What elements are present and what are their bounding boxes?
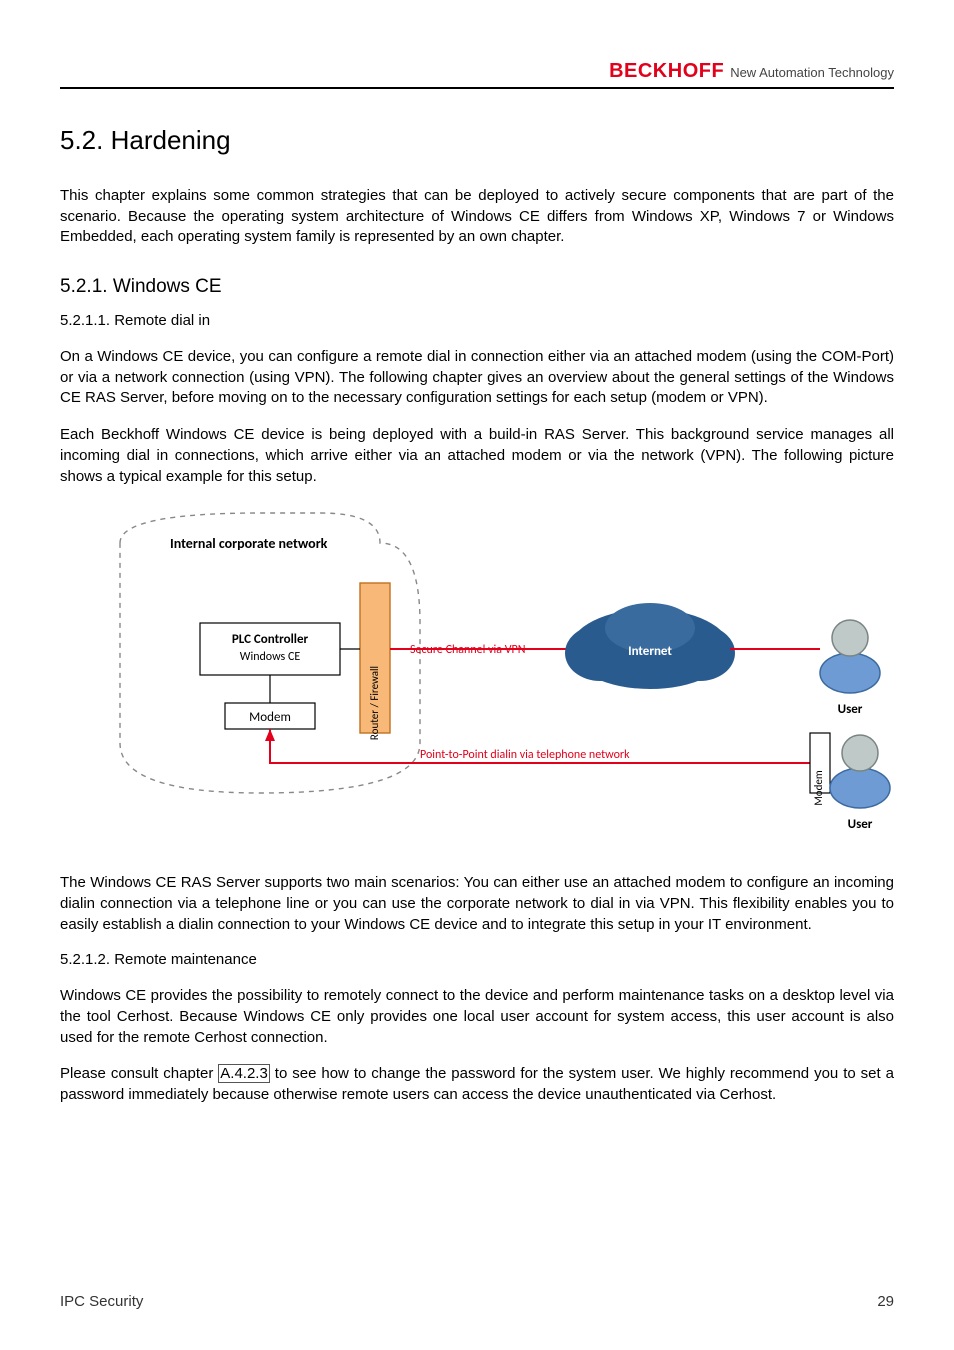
internet-label: Internet	[628, 644, 672, 659]
internet-cloud: Internet	[565, 603, 735, 689]
plc-controller-label: PLC Controller	[232, 632, 309, 647]
para2-pre: Please consult chapter	[60, 1065, 218, 1082]
remote-maintenance-para2: Please consult chapter A.4.2.3 to see ho…	[60, 1064, 894, 1105]
intro-paragraph: This chapter explains some common strate…	[60, 186, 894, 248]
user-top-icon	[820, 620, 880, 693]
router-firewall-label: Router / Firewall	[368, 666, 381, 740]
subsubsection-heading-5211: 5.2.1.1. Remote dial in	[60, 312, 894, 329]
modem-right-label: Modem	[812, 770, 825, 805]
chapter-link[interactable]: A.4.2.3	[218, 1064, 270, 1083]
corporate-network-label: Internal corporate network	[170, 535, 328, 552]
footer-right: 29	[877, 1293, 894, 1310]
subsubsection-heading-5212: 5.2.1.2. Remote maintenance	[60, 951, 894, 968]
modem-left-label: Modem	[249, 710, 291, 725]
section-title: 5.2. Hardening	[60, 125, 894, 156]
page-header: BECKHOFF New Automation Technology	[60, 60, 894, 89]
user-top-label: User	[838, 702, 863, 717]
user-bottom-icon	[830, 735, 890, 808]
plc-sub-label: Windows CE	[240, 650, 301, 664]
brand-logo: BECKHOFF New Automation Technology	[609, 60, 894, 83]
remote-dialin-para1: On a Windows CE device, you can configur…	[60, 347, 894, 409]
ptp-dialin-label: Point-to-Point dialin via telephone netw…	[420, 748, 630, 762]
page-footer: IPC Security 29	[60, 1293, 894, 1310]
subsection-heading-521: 5.2.1. Windows CE	[60, 276, 894, 298]
remote-dialin-para2: Each Beckhoff Windows CE device is being…	[60, 425, 894, 487]
network-diagram: Internal corporate network PLC Controlle…	[60, 503, 894, 853]
brand-sub-text: New Automation Technology	[730, 65, 894, 80]
footer-left: IPC Security	[60, 1293, 143, 1310]
remote-maintenance-para1: Windows CE provides the possibility to r…	[60, 986, 894, 1048]
remote-dialin-para3: The Windows CE RAS Server supports two m…	[60, 873, 894, 935]
brand-main-text: BECKHOFF	[609, 60, 724, 83]
user-bottom-label: User	[848, 817, 873, 832]
